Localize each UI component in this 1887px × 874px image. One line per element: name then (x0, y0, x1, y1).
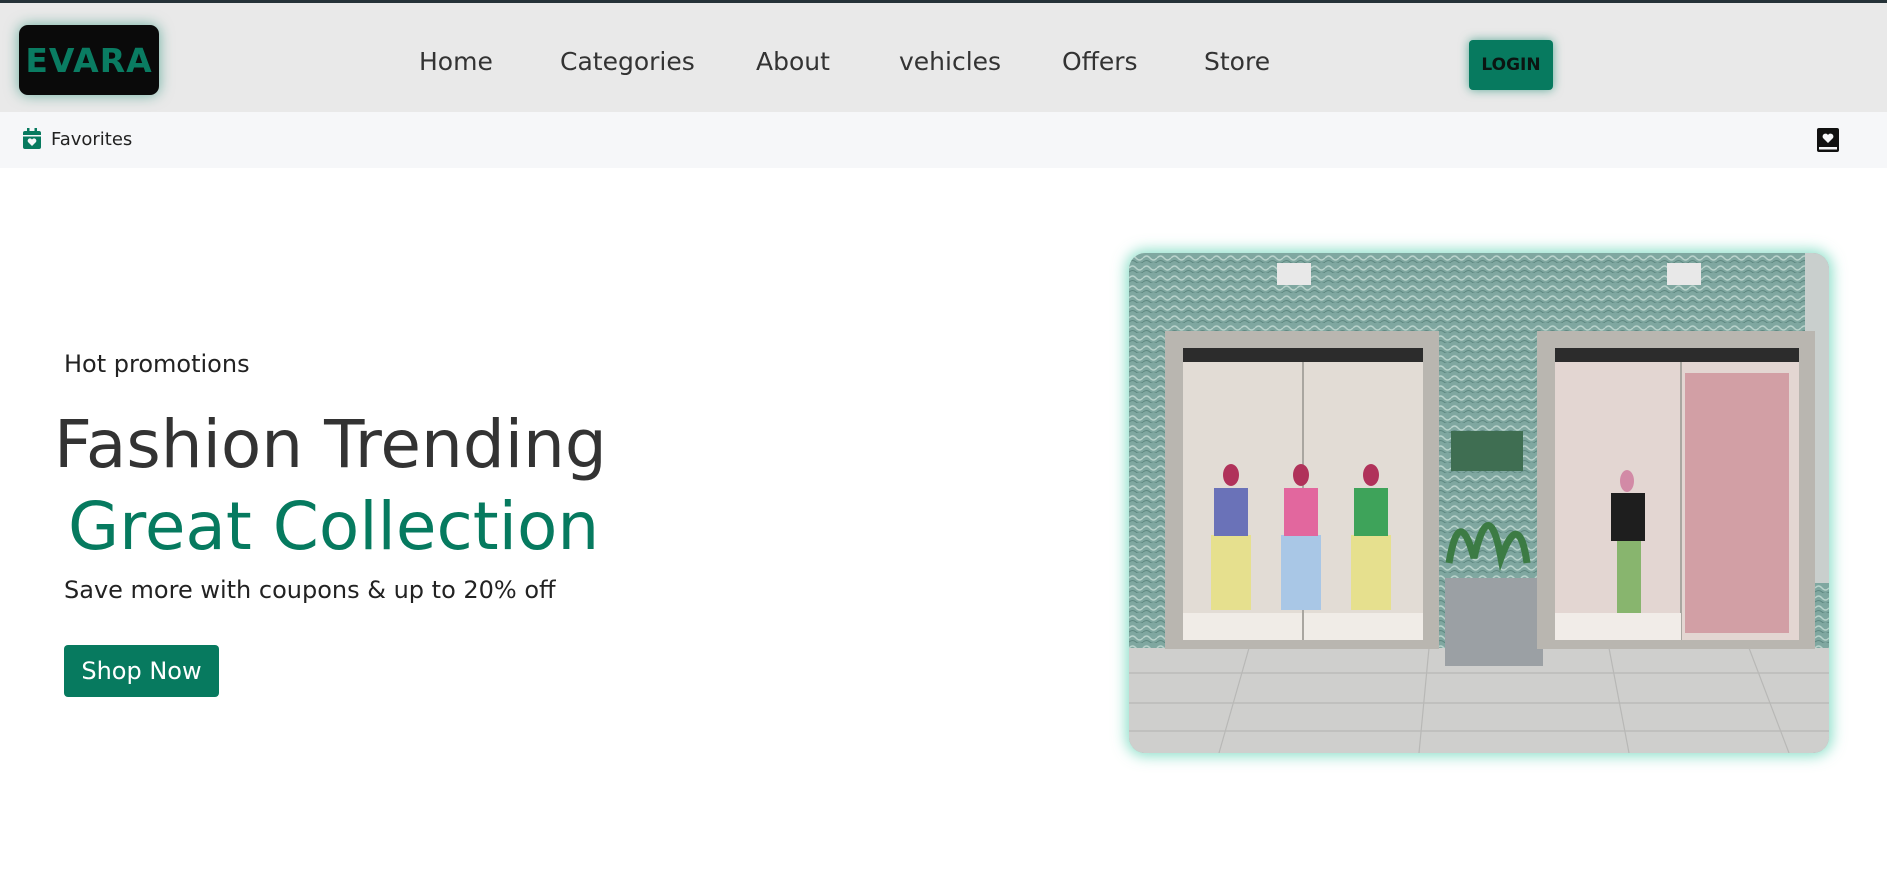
sub-toolbar: Favorites (0, 112, 1887, 168)
nav-about[interactable]: About (756, 47, 830, 76)
hero-tagline: Hot promotions (64, 350, 250, 378)
hero-description: Save more with coupons & up to 20% off (64, 576, 556, 604)
login-button[interactable]: LOGIN (1469, 40, 1553, 90)
shop-now-button[interactable]: Shop Now (64, 645, 219, 697)
book-heart-icon[interactable] (1816, 127, 1840, 153)
logo[interactable]: EVARA (19, 25, 159, 95)
nav-categories[interactable]: Categories (560, 47, 695, 76)
hero-storefront-image (1129, 253, 1829, 753)
hero-title: Fashion Trending (54, 406, 607, 483)
top-navbar: EVARA Home Categories About vehicles Off… (0, 0, 1887, 112)
nav-vehicles[interactable]: vehicles (899, 47, 1001, 76)
favorites-label: Favorites (51, 128, 133, 150)
nav-store[interactable]: Store (1204, 47, 1270, 76)
nav-offers[interactable]: Offers (1062, 47, 1138, 76)
favorites-link[interactable]: Favorites (22, 128, 132, 150)
calendar-heart-icon (23, 128, 41, 149)
nav-home[interactable]: Home (419, 47, 493, 76)
hero-subtitle: Great Collection (68, 488, 600, 565)
